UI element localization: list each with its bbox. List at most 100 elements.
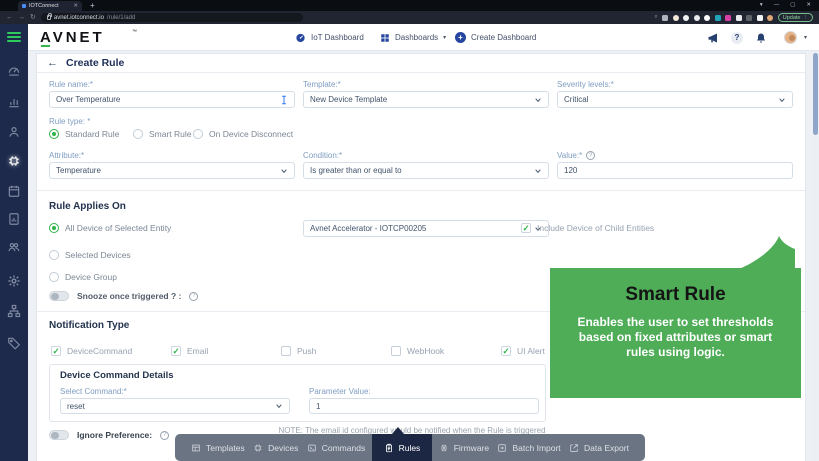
announcements-button[interactable] xyxy=(707,24,719,51)
extension-icon[interactable] xyxy=(725,14,732,21)
radio-on-device-disconnect[interactable]: On Device Disconnect xyxy=(193,129,293,139)
users-icon[interactable] xyxy=(7,125,21,139)
radio-selected-devices[interactable]: Selected Devices xyxy=(49,250,131,260)
browser-avatar[interactable] xyxy=(767,14,774,21)
user-menu-caret[interactable]: ▾ xyxy=(804,24,807,51)
user-menu[interactable] xyxy=(784,24,797,51)
update-button[interactable]: Update ⋮ xyxy=(777,13,813,22)
checkbox-webhook[interactable]: WebHook xyxy=(391,346,444,356)
reports-icon[interactable] xyxy=(7,212,21,226)
checkbox-email[interactable]: Email xyxy=(171,346,208,356)
nav-create-dashboard[interactable]: + Create Dashboard xyxy=(455,24,536,51)
templates-icon xyxy=(192,444,200,451)
scheduler-icon[interactable] xyxy=(7,184,21,198)
url-path: /rule/1/add xyxy=(106,14,136,21)
browser-url-bar: ← → ↻ avnet.iotconnect.io /rule/1/add ⌕ … xyxy=(0,11,819,24)
checkbox-include-child-entities[interactable]: Include Device of Child Entities xyxy=(521,223,654,233)
checkbox-icon xyxy=(501,346,511,356)
chevron-down-icon: ▾ xyxy=(803,35,807,41)
callout-body: Enables the user to set thresholds based… xyxy=(577,315,774,359)
tab-title: IOTConnect xyxy=(29,3,59,9)
rule-name-input[interactable]: Over Temperature xyxy=(49,91,295,108)
radio-smart-rule[interactable]: Smart Rule xyxy=(133,129,192,139)
nav-iot-dashboard[interactable]: IoT Dashboard xyxy=(295,24,364,51)
device-command-details-box: Device Command Details Select Command:* … xyxy=(49,364,546,422)
snooze-row: Snooze once triggered ? : ? xyxy=(49,291,199,301)
browser-tab-strip: IOTConnect ✕ + ▾ — ▢ ✕ xyxy=(0,0,819,11)
ignore-preference-toggle[interactable] xyxy=(49,430,69,440)
rule-applies-on-heading: Rule Applies On xyxy=(49,201,126,212)
trademark: ™ xyxy=(132,29,137,35)
checkbox-ui-alert[interactable]: UI Alert xyxy=(501,346,545,356)
value-input[interactable]: 120 xyxy=(557,162,793,179)
browser-tab[interactable]: IOTConnect ✕ xyxy=(18,1,82,11)
reload-icon[interactable]: ↻ xyxy=(30,14,36,21)
settings-icon[interactable] xyxy=(7,274,21,288)
analytics-icon[interactable] xyxy=(7,95,21,109)
extension-icon[interactable] xyxy=(756,14,763,21)
divider xyxy=(37,190,805,191)
select-command-label: Select Command:* xyxy=(60,387,127,396)
extension-icon[interactable] xyxy=(704,14,711,21)
toolbar-tab-batch-import[interactable]: Batch Import xyxy=(495,434,562,461)
menu-icon[interactable] xyxy=(7,32,21,45)
tab-close-icon[interactable]: ✕ xyxy=(73,3,78,9)
condition-select[interactable]: Is greater than or equal to xyxy=(303,162,549,179)
toolbar-tab-firmware[interactable]: Firmware xyxy=(437,434,491,461)
scrollbar[interactable] xyxy=(812,51,819,461)
template-select[interactable]: New Device Template xyxy=(303,91,549,108)
app-header: AVNET ™ IoT Dashboard Dashboards ▾ + Cre… xyxy=(28,24,819,51)
dashboard-icon[interactable] xyxy=(7,64,21,78)
export-icon xyxy=(570,443,578,452)
minimize-icon[interactable]: — xyxy=(774,2,780,8)
parameter-value-input[interactable]: 1 xyxy=(309,398,539,414)
extension-icon[interactable] xyxy=(683,14,690,21)
extension-icon[interactable] xyxy=(714,14,721,21)
extension-icon[interactable] xyxy=(662,14,669,21)
extension-icon[interactable] xyxy=(693,14,700,21)
info-icon[interactable]: ? xyxy=(160,430,170,440)
toolbar-tab-templates[interactable]: Templates xyxy=(189,434,247,461)
nav-dashboards[interactable]: Dashboards ▾ xyxy=(380,24,446,51)
entities-icon[interactable] xyxy=(7,304,21,318)
new-tab-button[interactable]: + xyxy=(90,1,95,10)
close-window-icon[interactable]: ✕ xyxy=(806,2,811,8)
chevron-down-icon xyxy=(535,168,541,173)
checkbox-push[interactable]: Push xyxy=(281,346,316,356)
attribute-select[interactable]: Temperature xyxy=(49,162,295,179)
radio-device-group[interactable]: Device Group xyxy=(49,272,117,282)
scrollbar-thumb[interactable] xyxy=(813,53,818,135)
select-command-select[interactable]: reset xyxy=(60,398,290,414)
radio-icon xyxy=(133,129,143,139)
back-arrow-icon[interactable]: ← xyxy=(47,57,58,69)
info-icon[interactable]: ? xyxy=(586,151,596,160)
address-bar[interactable]: avnet.iotconnect.io /rule/1/add xyxy=(40,13,303,22)
megaphone-icon xyxy=(708,33,717,42)
search-icon[interactable]: ⌕ xyxy=(654,14,657,21)
radio-all-device-selected-entity[interactable]: All Device of Selected Entity xyxy=(49,223,171,233)
smart-rule-callout: Smart Rule Enables the user to set thres… xyxy=(550,268,801,398)
company-icon[interactable] xyxy=(7,240,21,254)
info-icon[interactable]: ? xyxy=(189,291,199,301)
extension-icon[interactable] xyxy=(735,14,742,21)
back-icon[interactable]: ← xyxy=(6,14,13,21)
entity-select[interactable]: Avnet Accelerator - IOTCP00205 xyxy=(303,220,549,237)
extension-icon[interactable] xyxy=(746,14,753,21)
toolbar-tab-commands[interactable]: Commands xyxy=(305,434,367,461)
forward-icon[interactable]: → xyxy=(18,14,25,21)
checkbox-devicecommand[interactable]: DeviceCommand xyxy=(51,346,132,356)
maximize-icon[interactable]: ▢ xyxy=(790,2,795,8)
devices-icon[interactable] xyxy=(7,154,21,168)
notifications-button[interactable] xyxy=(755,24,767,51)
tags-icon[interactable] xyxy=(7,336,21,350)
extension-icon[interactable] xyxy=(672,14,679,21)
help-button[interactable]: ? xyxy=(731,24,743,51)
toolbar-tab-data-export[interactable]: Data Export xyxy=(567,434,631,461)
severity-select[interactable]: Critical xyxy=(557,91,793,108)
toolbar-tab-rules[interactable]: Rules xyxy=(371,434,433,461)
profile-caret-icon[interactable]: ▾ xyxy=(760,2,763,8)
snooze-toggle[interactable] xyxy=(49,291,69,301)
radio-standard-rule[interactable]: Standard Rule xyxy=(49,129,119,139)
value-label: Value:* xyxy=(557,151,583,160)
toolbar-tab-devices[interactable]: Devices xyxy=(251,434,300,461)
